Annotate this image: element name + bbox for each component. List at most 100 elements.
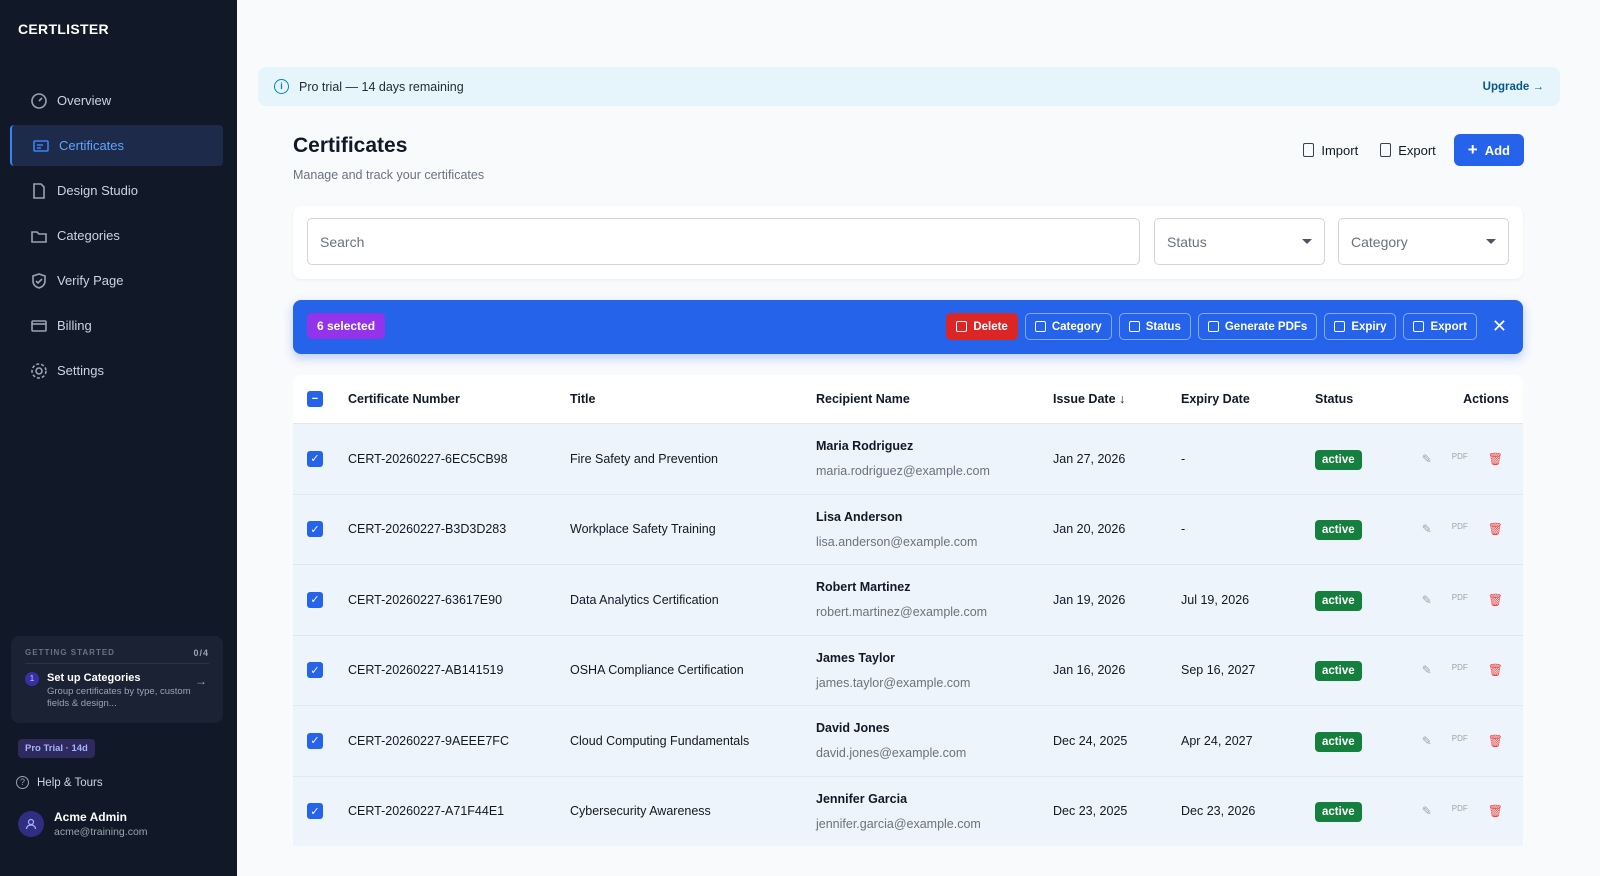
table-header: − Certificate Number Title Recipient Nam…	[293, 375, 1523, 423]
pdf-icon[interactable]: PDF	[1452, 804, 1468, 818]
arrow-down-icon: ↓	[1119, 392, 1126, 406]
sidebar-item-certificates[interactable]: Certificates	[10, 125, 223, 166]
search-input[interactable]: Search	[307, 218, 1140, 265]
gauge-icon	[31, 92, 47, 109]
sidebar-item-verify-page[interactable]: Verify Page	[10, 260, 223, 301]
row-checkbox[interactable]: ✓	[307, 521, 323, 538]
status-select[interactable]: Status	[1154, 218, 1325, 265]
expiry-date: -	[1181, 522, 1186, 537]
delete-icon	[956, 321, 968, 332]
status-badge: active	[1315, 661, 1362, 682]
row-checkbox[interactable]: ✓	[307, 662, 323, 679]
bulk-action-label: Category	[1051, 320, 1102, 333]
table-row[interactable]: ✓ CERT-20260227-6EC5CB98 Fire Safety and…	[293, 423, 1523, 494]
user-name: Acme Admin	[54, 810, 127, 824]
recipient-name: Lisa Anderson	[816, 509, 903, 524]
select-all-checkbox[interactable]: −	[307, 391, 323, 407]
help-tours-link[interactable]: ? Help & Tours	[16, 776, 103, 789]
recipient-email: maria.rodriguez@example.com	[816, 464, 990, 479]
certificate-number[interactable]: CERT-20260227-9AEEE7FC	[348, 734, 570, 748]
bulk-generate-pdfs-button[interactable]: Generate PDFs	[1197, 313, 1318, 340]
import-button[interactable]: Import	[1299, 143, 1362, 158]
sidebar-item-billing[interactable]: Billing	[10, 305, 223, 346]
trash-icon[interactable]: 🗑	[1488, 734, 1503, 748]
sidebar-item-settings[interactable]: Settings	[10, 350, 223, 391]
certificate-title: Data Analytics Certification	[570, 592, 719, 607]
user-menu[interactable]: Acme Admin acme@training.com	[18, 810, 148, 838]
pdf-icon[interactable]: PDF	[1452, 734, 1468, 748]
pdf-icon[interactable]: PDF	[1452, 593, 1468, 607]
column-header[interactable]: Status	[1315, 392, 1415, 406]
sidebar-item-label: Design Studio	[57, 183, 138, 198]
edit-icon[interactable]: ✎	[1422, 663, 1432, 677]
trial-badge[interactable]: Pro Trial · 14d	[18, 739, 95, 758]
bulk-expiry-button[interactable]: Expiry	[1324, 313, 1397, 340]
trash-icon[interactable]: 🗑	[1488, 663, 1503, 677]
column-header[interactable]: Title	[570, 392, 816, 406]
column-header-sorted[interactable]: Issue Date ↓	[1053, 392, 1181, 406]
table-row[interactable]: ✓ CERT-20260227-A71F44E1 Cybersecurity A…	[293, 775, 1523, 846]
trash-icon[interactable]: 🗑	[1488, 804, 1503, 818]
issue-date: Jan 27, 2026	[1053, 451, 1126, 466]
pdf-icon[interactable]: PDF	[1452, 452, 1468, 466]
recipient-email: lisa.anderson@example.com	[816, 534, 978, 549]
row-checkbox[interactable]: ✓	[307, 591, 323, 608]
add-button[interactable]: + Add	[1453, 134, 1524, 166]
bulk-export-button[interactable]: Export	[1403, 313, 1477, 340]
export-button[interactable]: Export	[1376, 143, 1440, 158]
getting-started-card[interactable]: GETTING STARTED 0/4 1 Set up Categories G…	[11, 636, 223, 723]
step-number: 1	[25, 672, 39, 686]
certificate-number[interactable]: CERT-20260227-6EC5CB98	[348, 452, 570, 466]
sidebar-item-categories[interactable]: Categories	[10, 215, 223, 256]
table-row[interactable]: ✓ CERT-20260227-AB141519 OSHA Compliance…	[293, 634, 1523, 705]
row-checkbox[interactable]: ✓	[307, 803, 323, 820]
table-row[interactable]: ✓ CERT-20260227-9AEEE7FC Cloud Computing…	[293, 705, 1523, 776]
issue-date-label: Issue Date	[1053, 392, 1116, 406]
recipient-name: Jennifer Garcia	[816, 791, 908, 806]
bulk-status-button[interactable]: Status	[1118, 313, 1191, 340]
info-icon: i	[274, 79, 289, 94]
trial-banner: i Pro trial — 14 days remaining Upgrade …	[258, 67, 1560, 106]
shield-check-icon	[32, 272, 46, 289]
pdf-icon[interactable]: PDF	[1452, 663, 1468, 677]
column-header[interactable]: Recipient Name	[816, 392, 1053, 406]
column-header[interactable]: Expiry Date	[1181, 392, 1315, 406]
generate-pdfs-icon	[1207, 321, 1219, 332]
edit-icon[interactable]: ✎	[1422, 734, 1432, 748]
pdf-icon[interactable]: PDF	[1452, 522, 1468, 536]
certificate-number[interactable]: CERT-20260227-63617E90	[348, 593, 570, 607]
certificate-number[interactable]: CERT-20260227-AB141519	[348, 663, 570, 677]
upgrade-link[interactable]: Upgrade →	[1483, 81, 1544, 93]
status-badge: active	[1315, 520, 1362, 541]
bulk-action-label: Status	[1145, 320, 1181, 333]
bulk-delete-button[interactable]: Delete	[946, 313, 1018, 340]
recipient-email: david.jones@example.com	[816, 746, 967, 761]
table-row[interactable]: ✓ CERT-20260227-B3D3D283 Workplace Safet…	[293, 493, 1523, 564]
edit-icon[interactable]: ✎	[1422, 804, 1432, 818]
expiry-icon	[1334, 321, 1346, 332]
sidebar-item-overview[interactable]: Overview	[10, 80, 223, 121]
close-icon[interactable]: ✕	[1492, 316, 1507, 337]
trash-icon[interactable]: 🗑	[1488, 452, 1503, 466]
issue-date: Jan 19, 2026	[1053, 592, 1126, 607]
bulk-category-button[interactable]: Category	[1024, 313, 1112, 340]
status-badge: active	[1315, 731, 1362, 752]
row-checkbox[interactable]: ✓	[307, 450, 323, 467]
trash-icon[interactable]: 🗑	[1488, 522, 1503, 536]
certificate-number[interactable]: CERT-20260227-A71F44E1	[348, 804, 570, 818]
trash-icon[interactable]: 🗑	[1488, 593, 1503, 607]
brand-logo[interactable]: CERTLISTER	[18, 21, 109, 37]
sidebar-item-design-studio[interactable]: Design Studio	[10, 170, 223, 211]
sidebar-item-label: Verify Page	[57, 273, 124, 288]
edit-icon[interactable]: ✎	[1422, 593, 1432, 607]
edit-icon[interactable]: ✎	[1422, 452, 1432, 466]
row-checkbox[interactable]: ✓	[307, 732, 323, 749]
edit-icon[interactable]: ✎	[1422, 522, 1432, 536]
getting-started-step[interactable]: 1 Set up Categories Group certificates b…	[25, 672, 209, 710]
bulk-action-label: Expiry	[1351, 320, 1387, 333]
table-row[interactable]: ✓ CERT-20260227-63617E90 Data Analytics …	[293, 564, 1523, 635]
certificate-number[interactable]: CERT-20260227-B3D3D283	[348, 522, 570, 536]
category-select[interactable]: Category	[1338, 218, 1509, 265]
status-badge: active	[1315, 802, 1362, 823]
column-header[interactable]: Certificate Number	[348, 392, 570, 406]
